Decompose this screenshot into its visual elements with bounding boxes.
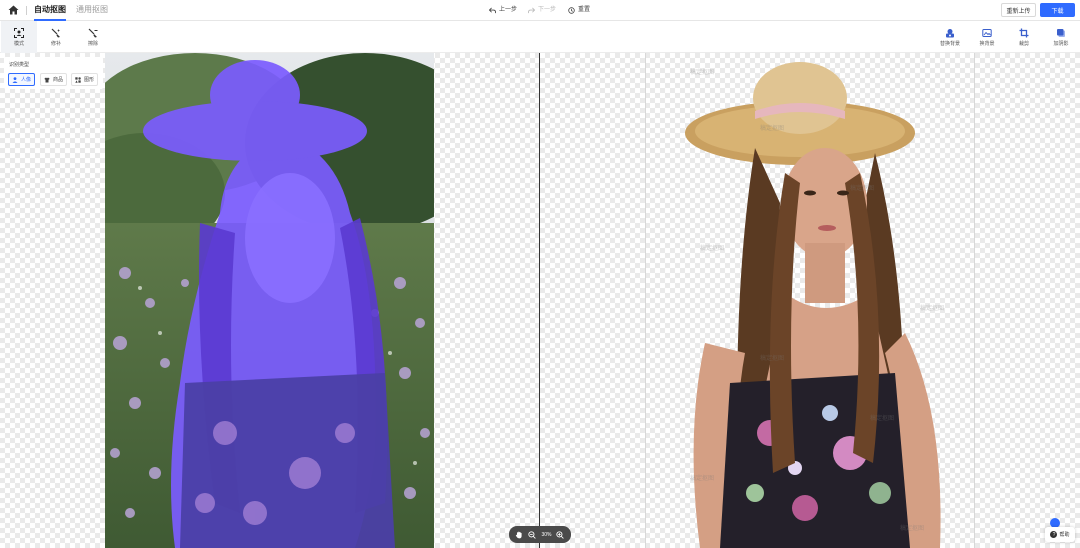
watermark: 稿定抠图 [760,356,785,362]
type-option-label: 商品 [53,77,64,83]
type-option-label: 人像 [21,77,32,83]
top-bar: 自动抠图 通用抠图 上一步 下一步 重置 重新上传 下载 [0,0,1080,21]
tool-replace-background-label: 替换背景 [939,40,960,47]
tool-background-label: 换背景 [979,40,995,47]
tool-repair[interactable]: 修补 [38,21,74,53]
download-button[interactable]: 下载 [1040,3,1075,17]
product-icon [44,77,50,82]
redo-icon [528,7,535,14]
erase-brush-icon [88,28,98,37]
tool-background[interactable]: 换背景 [969,21,1005,53]
tab-auto-cutout[interactable]: 自动抠图 [34,5,66,21]
tool-mode[interactable]: 模式 [1,21,37,53]
reset-button[interactable]: 重置 [568,6,590,15]
zoom-level: 30% [541,531,552,538]
watermark: 稿定抠图 [700,246,725,252]
graphic-icon [75,76,81,83]
reset-label: 重置 [578,7,591,13]
type-option-label: 图形 [84,77,95,83]
type-option-portrait[interactable]: 人像 [8,73,36,86]
tool-erase[interactable]: 擦除 [75,21,111,53]
editor-canvas[interactable]: 稿定抠图 稿定抠图 稿定抠图 稿定抠图 稿定抠图 稿定抠图 稿定抠图 稿定抠图 … [0,53,1080,548]
tool-crop[interactable]: 裁剪 [1006,21,1042,53]
question-icon: ? [1050,531,1058,538]
toolbar: 模式 修补 擦除 替换背景 换背景 裁剪 加阴影 [0,21,1080,53]
watermark: 稿定抠图 [920,306,945,312]
redo-label: 下一步 [538,7,557,13]
tool-crop-label: 裁剪 [1018,40,1029,47]
replace-background-icon [946,28,954,37]
mode-icon [14,27,24,38]
repair-brush-icon [51,28,61,37]
background-icon [982,28,992,37]
tool-shadow[interactable]: 加阴影 [1043,21,1079,53]
compare-divider[interactable] [539,53,540,548]
zoom-control: 30% [509,526,571,543]
tool-erase-label: 擦除 [87,40,98,47]
watermark: 稿定抠图 [690,70,715,76]
watermark: 稿定抠图 [870,416,895,422]
divider [26,6,27,15]
type-option-graphic[interactable]: 图形 [71,73,99,86]
home-icon[interactable] [8,5,19,15]
recognition-type-panel: 识别类型 人像 商品 图形 [4,57,103,89]
history-icon [568,7,575,14]
hand-icon[interactable] [515,531,523,539]
watermark: 稿定抠图 [850,186,875,192]
original-image-with-mask[interactable] [105,53,434,548]
tool-repair-label: 修补 [50,40,61,47]
zoom-out-icon[interactable] [528,530,537,539]
watermark: 稿定抠图 [690,476,715,482]
type-option-product[interactable]: 商品 [40,73,68,86]
original-photo [105,53,434,548]
tool-mode-label: 模式 [13,40,24,47]
crop-icon [1019,28,1029,37]
undo-icon [489,7,496,14]
undo-button[interactable]: 上一步 [489,6,517,15]
zoom-in-icon[interactable] [556,530,565,539]
recognition-type-title: 识别类型 [9,62,30,68]
redo-button[interactable]: 下一步 [528,6,556,15]
reupload-button[interactable]: 重新上传 [1001,3,1036,17]
tab-general-cutout[interactable]: 通用抠图 [76,5,108,15]
help-label: 帮助 [1059,532,1070,538]
person-icon [12,76,18,83]
undo-label: 上一步 [499,7,518,13]
watermark: 稿定抠图 [900,526,925,532]
watermark: 稿定抠图 [760,126,785,132]
tool-shadow-label: 加阴影 [1053,40,1069,47]
shadow-icon [1057,28,1065,37]
tool-replace-background[interactable]: 替换背景 [932,21,968,53]
help-button[interactable]: ? 帮助 [1045,527,1075,542]
